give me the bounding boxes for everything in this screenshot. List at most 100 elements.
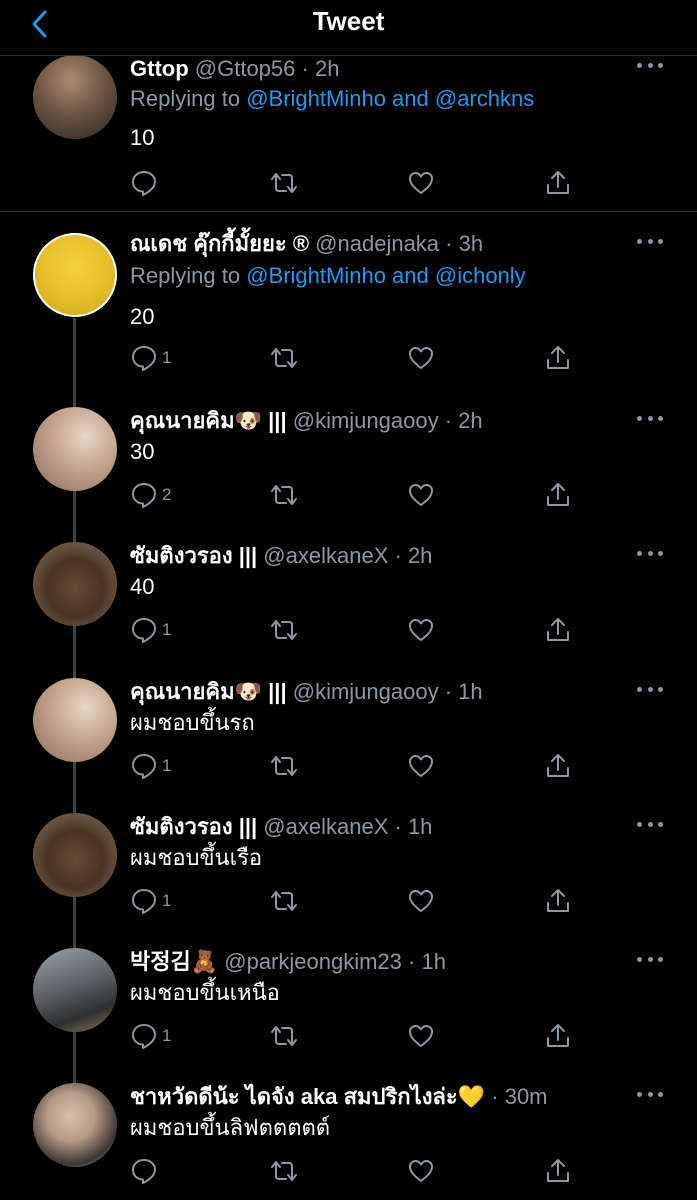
author-handle[interactable]: @parkjeongkim23 [224, 949, 402, 974]
avatar[interactable] [33, 233, 117, 317]
author-handle[interactable]: @axelkaneX [263, 814, 388, 839]
avatar[interactable] [33, 678, 117, 762]
author-handle[interactable]: @axelkaneX [263, 543, 388, 568]
more-icon[interactable] [637, 819, 663, 829]
reply-button[interactable]: 1 [130, 615, 171, 645]
mention-link[interactable]: @BrightMinho and @ichonly [246, 263, 525, 288]
retweet-button[interactable] [269, 1021, 299, 1051]
share-button[interactable] [544, 615, 572, 645]
timestamp: · 2h [301, 56, 340, 81]
tweet[interactable]: คุณนายคิม🐶 ||| @kimjungaooy · 1h ผมชอบขึ… [0, 678, 697, 798]
retweet-button[interactable] [269, 1156, 299, 1186]
like-button[interactable] [407, 751, 435, 781]
author-handle[interactable]: @Gttop56 [195, 56, 296, 81]
share-button[interactable] [544, 886, 572, 916]
reply-button[interactable]: 1 [130, 1021, 171, 1051]
tweet[interactable]: 박정김🧸 @parkjeongkim23 · 1h ผมชอบขึ้นเหนือ… [0, 948, 697, 1068]
retweet-button[interactable] [269, 886, 299, 916]
replying-to: Replying to @BrightMinho and @ichonly [130, 263, 526, 288]
reply-count: 1 [162, 891, 172, 910]
reply-count: 1 [162, 756, 172, 775]
tweet-actions: 1 [130, 751, 580, 781]
author-name[interactable]: 박정김🧸 [130, 949, 218, 974]
author-name[interactable]: ซัมติงวรอง ||| [130, 543, 257, 568]
like-button[interactable] [407, 1156, 435, 1186]
avatar[interactable] [33, 1083, 117, 1167]
author-name[interactable]: Gttop [130, 56, 189, 81]
retweet-icon [271, 756, 297, 776]
tweet-text: 30 [130, 439, 155, 464]
retweet-button[interactable] [269, 168, 299, 198]
like-button[interactable] [407, 343, 435, 373]
share-button[interactable] [544, 751, 572, 781]
heart-icon [409, 1025, 433, 1047]
timestamp: · 2h [444, 408, 483, 433]
timestamp: · 1h [394, 814, 433, 839]
avatar[interactable] [33, 813, 117, 897]
timestamp: · 2h [394, 543, 433, 568]
like-button[interactable] [407, 886, 435, 916]
tweet[interactable]: ซัมติงวรอง ||| @axelkaneX · 1h ผมชอบขึ้น… [0, 813, 697, 933]
author-handle[interactable]: @kimjungaooy [293, 408, 439, 433]
avatar[interactable] [33, 542, 117, 626]
tweet-text: ผมชอบขึ้นรถ [130, 710, 255, 735]
tweet-actions: 2 [130, 480, 580, 510]
avatar[interactable] [33, 55, 117, 139]
tweet[interactable]: คุณนายคิม🐶 ||| @kimjungaooy · 2h 30 2 [0, 407, 697, 527]
heart-icon [409, 484, 433, 506]
reply-button[interactable]: 2 [130, 480, 171, 510]
tweet-text: ผมชอบขึ้นเหนือ [130, 980, 280, 1005]
reply-icon [132, 754, 156, 779]
share-icon [547, 754, 569, 777]
author-handle[interactable]: @nadejnaka [315, 231, 439, 256]
tweet-text: 40 [130, 574, 155, 599]
reply-button[interactable]: 1 [130, 751, 171, 781]
retweet-button[interactable] [269, 480, 299, 510]
reply-button[interactable] [130, 168, 162, 198]
more-icon[interactable] [637, 548, 663, 558]
more-icon[interactable] [637, 236, 663, 246]
retweet-button[interactable] [269, 751, 299, 781]
author-handle[interactable]: @kimjungaooy [293, 679, 439, 704]
author-name[interactable]: ณเดช คุ๊กกี้มั้ยยะ ® [130, 231, 309, 256]
heart-icon [409, 755, 433, 777]
like-button[interactable] [407, 480, 435, 510]
retweet-button[interactable] [269, 615, 299, 645]
reply-icon [132, 1024, 156, 1049]
more-icon[interactable] [637, 1089, 663, 1099]
tweet-actions [130, 168, 580, 198]
more-icon[interactable] [637, 954, 663, 964]
retweet-button[interactable] [269, 343, 299, 373]
reply-button[interactable]: 1 [130, 886, 171, 916]
more-icon[interactable] [637, 684, 663, 694]
share-button[interactable] [544, 480, 572, 510]
share-button[interactable] [544, 1156, 572, 1186]
share-button[interactable] [544, 168, 572, 198]
more-icon[interactable] [637, 413, 663, 423]
like-button[interactable] [407, 168, 435, 198]
like-button[interactable] [407, 615, 435, 645]
more-icon[interactable] [637, 60, 663, 70]
mention-link[interactable]: @BrightMinho and @archkns [246, 86, 534, 111]
share-button[interactable] [544, 343, 572, 373]
avatar[interactable] [33, 948, 117, 1032]
like-button[interactable] [407, 1021, 435, 1051]
share-button[interactable] [544, 1021, 572, 1051]
tweet-actions: 1 [130, 615, 580, 645]
reply-button[interactable]: 1 [130, 343, 171, 373]
tweet-text: ผมชอบขึ้นลิฟตตตตต์ [130, 1115, 331, 1140]
divider [0, 211, 697, 212]
reply-icon [132, 889, 156, 914]
author-name[interactable]: คุณนายคิม🐶 ||| [130, 679, 287, 704]
tweet[interactable]: ชาหวัดดีน้ะ ไดจัง aka สมปริกไงล่ะ💛 · 30m… [0, 1083, 697, 1200]
reply-icon [132, 1159, 156, 1184]
tweet[interactable]: Gttop @Gttop56 · 2h Replying to @BrightM… [0, 55, 697, 211]
tweet[interactable]: ณเดช คุ๊กกี้มั้ยยะ ® @nadejnaka · 3h Rep… [0, 230, 697, 390]
author-name[interactable]: ชาหวัดดีน้ะ ไดจัง aka สมปริกไงล่ะ💛 [130, 1084, 485, 1109]
heart-icon [409, 347, 433, 369]
author-name[interactable]: คุณนายคิม🐶 ||| [130, 408, 287, 433]
reply-button[interactable] [130, 1156, 162, 1186]
tweet[interactable]: ซัมติงวรอง ||| @axelkaneX · 2h 40 1 [0, 542, 697, 662]
author-name[interactable]: ซัมติงวรอง ||| [130, 814, 257, 839]
avatar[interactable] [33, 407, 117, 491]
